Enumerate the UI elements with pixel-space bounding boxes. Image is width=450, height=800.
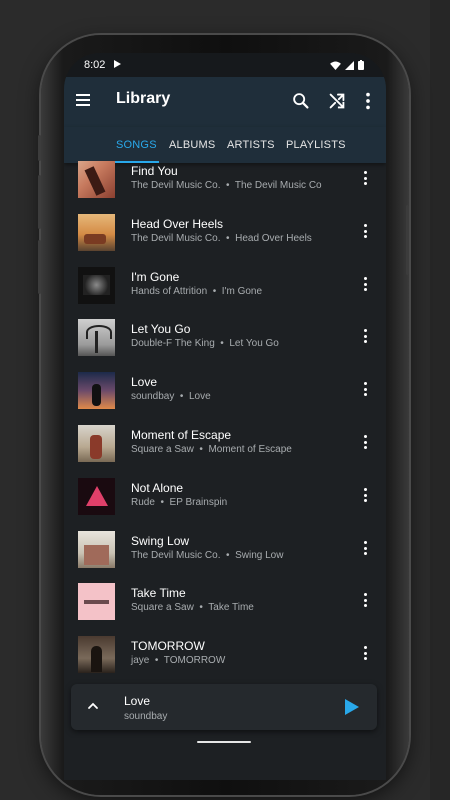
- signal-icon: [345, 60, 354, 70]
- song-subtitle: The Devil Music Co. • The Devil Music Co: [131, 180, 322, 191]
- list-item[interactable]: Not Alone Rude • EP Brainspin: [64, 472, 386, 524]
- album-art: [78, 425, 115, 462]
- song-title: Take Time: [131, 586, 186, 600]
- navigation-bar: [64, 738, 386, 780]
- song-title: Moment of Escape: [131, 428, 232, 442]
- app-bar: Library: [64, 77, 386, 127]
- status-time: 8:02: [84, 59, 106, 71]
- phone-side-button: [38, 240, 41, 294]
- more-options-icon[interactable]: [362, 541, 368, 557]
- song-title: Swing Low: [131, 534, 190, 548]
- more-options-icon[interactable]: [362, 382, 368, 398]
- more-options-icon[interactable]: [362, 488, 368, 504]
- album-art: [78, 372, 115, 409]
- search-icon[interactable]: [290, 90, 312, 112]
- phone-side-button: [38, 175, 41, 229]
- song-title: Find You: [131, 164, 178, 178]
- more-options-icon[interactable]: [362, 435, 368, 451]
- now-playing-artist: soundbay: [124, 711, 168, 722]
- now-playing-bar[interactable]: Love soundbay: [71, 684, 377, 730]
- play-status-icon: [114, 60, 121, 68]
- song-subtitle: jaye • TOMORROW: [131, 655, 226, 666]
- more-options-icon[interactable]: [362, 593, 368, 609]
- more-options-icon[interactable]: [357, 90, 379, 112]
- play-icon[interactable]: [344, 698, 360, 716]
- song-title: Love: [131, 375, 158, 389]
- song-subtitle: Double-F The King • Let You Go: [131, 338, 279, 349]
- album-art: [78, 636, 115, 673]
- wifi-icon: [330, 60, 341, 70]
- list-item[interactable]: Let You Go Double-F The King • Let You G…: [64, 313, 386, 365]
- song-title: Not Alone: [131, 481, 184, 495]
- more-options-icon[interactable]: [362, 171, 368, 187]
- more-options-icon[interactable]: [362, 646, 368, 662]
- battery-icon: [358, 60, 364, 70]
- page-title: Library: [116, 90, 171, 107]
- now-playing-title: Love: [124, 694, 151, 708]
- album-art: [78, 319, 115, 356]
- song-subtitle: The Devil Music Co. • Head Over Heels: [131, 233, 312, 244]
- song-title: Head Over Heels: [131, 217, 224, 231]
- album-art: [78, 161, 115, 198]
- list-item[interactable]: Head Over Heels The Devil Music Co. • He…: [64, 208, 386, 260]
- list-item[interactable]: Find You The Devil Music Co. • The Devil…: [64, 155, 386, 207]
- status-icons: [330, 60, 364, 70]
- song-title: Let You Go: [131, 322, 191, 336]
- phone-side-button: [38, 135, 41, 161]
- list-item[interactable]: Swing Low The Devil Music Co. • Swing Lo…: [64, 525, 386, 577]
- background-strip: [430, 0, 450, 800]
- list-item[interactable]: Moment of Escape Square a Saw • Moment o…: [64, 419, 386, 471]
- song-subtitle: Square a Saw • Take Time: [131, 602, 254, 613]
- album-art: [78, 214, 115, 251]
- album-art: [78, 531, 115, 568]
- chevron-up-icon[interactable]: [87, 701, 99, 711]
- list-item[interactable]: I'm Gone Hands of Attrition • I'm Gone: [64, 261, 386, 313]
- list-item[interactable]: Take Time Square a Saw • Take Time: [64, 577, 386, 629]
- phone-side-button: [406, 205, 409, 275]
- menu-icon[interactable]: [76, 94, 92, 108]
- album-art: [78, 583, 115, 620]
- list-item[interactable]: TOMORROW jaye • TOMORROW: [64, 630, 386, 682]
- album-art: [78, 267, 115, 304]
- more-options-icon[interactable]: [362, 277, 368, 293]
- app-screen: 8:02 Library SONGS ALBUMS ARTISTS PLAYLI…: [64, 53, 386, 780]
- list-item[interactable]: Love soundbay • Love: [64, 366, 386, 418]
- album-art: [78, 478, 115, 515]
- shuffle-icon[interactable]: [326, 90, 348, 112]
- home-indicator[interactable]: [197, 741, 251, 743]
- song-title: I'm Gone: [131, 270, 180, 284]
- song-subtitle: Hands of Attrition • I'm Gone: [131, 286, 263, 297]
- more-options-icon[interactable]: [362, 329, 368, 345]
- song-subtitle: soundbay • Love: [131, 391, 211, 402]
- song-subtitle: The Devil Music Co. • Swing Low: [131, 550, 284, 561]
- song-subtitle: Square a Saw • Moment of Escape: [131, 444, 292, 455]
- song-title: TOMORROW: [131, 639, 205, 653]
- more-options-icon[interactable]: [362, 224, 368, 240]
- status-bar: 8:02: [64, 53, 386, 77]
- song-subtitle: Rude • EP Brainspin: [131, 497, 228, 508]
